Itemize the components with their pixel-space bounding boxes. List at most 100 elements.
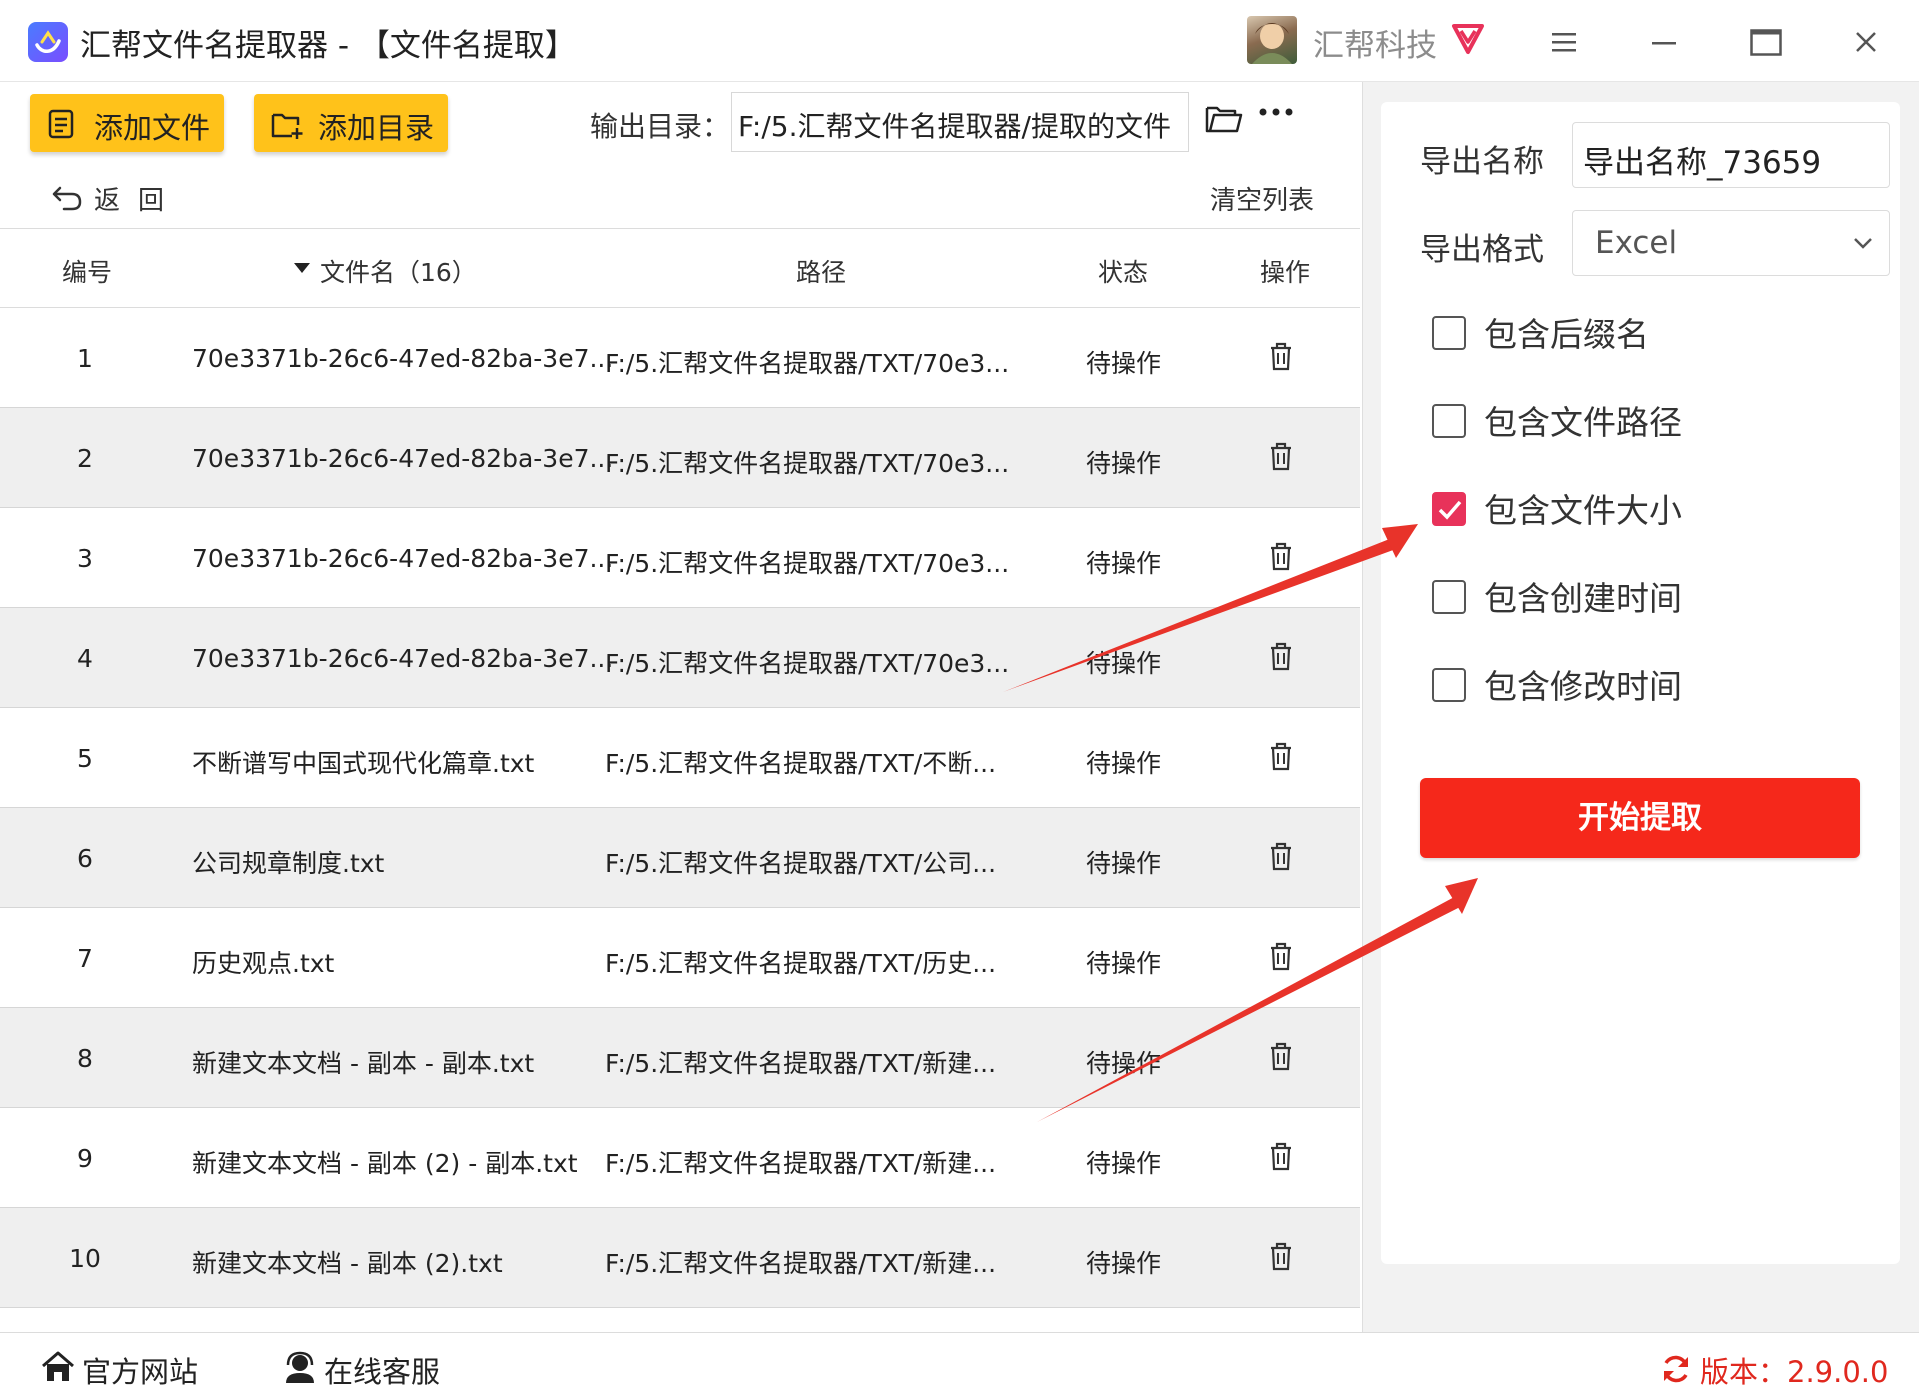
row-filename: 70e3371b-26c6-47ed-82ba-3e7... — [192, 544, 614, 573]
delete-icon[interactable] — [1268, 1141, 1294, 1177]
table-row[interactable]: 9 新建文本文档 - 副本 (2) - 副本.txt F:/5.汇帮文件名提取器/T… — [0, 1108, 1360, 1208]
header-action: 操作 — [1260, 258, 1311, 287]
table-row[interactable]: 10 新建文本文档 - 副本 (2).txt F:/5.汇帮文件名提取器/TXT/新… — [0, 1208, 1360, 1308]
table-row[interactable]: 6 公司规章制度.txt F:/5.汇帮文件名提取器/TXT/公司... 待操作 — [0, 808, 1360, 908]
checkbox-icon[interactable] — [1432, 580, 1466, 614]
row-path: F:/5.汇帮文件名提取器/TXT/70e3... — [605, 449, 1010, 478]
clear-list-button[interactable]: 清空列表 — [1210, 180, 1314, 217]
table-row[interactable]: 1 70e3371b-26c6-47ed-82ba-3e7... F:/5.汇帮文件… — [0, 308, 1360, 408]
row-number: 7 — [77, 944, 93, 973]
row-number: 3 — [77, 544, 93, 573]
export-format-select[interactable]: Excel — [1572, 210, 1890, 276]
row-filename: 70e3371b-26c6-47ed-82ba-3e7... — [192, 444, 614, 473]
row-filename: 不断谱写中国式现代化篇章.txt — [192, 749, 535, 778]
table-row[interactable]: 5 不断谱写中国式现代化篇章.txt F:/5.汇帮文件名提取器/TXT/不断...… — [0, 708, 1360, 808]
vip-diamond-icon[interactable] — [1448, 18, 1488, 62]
row-status: 待操作 — [1086, 449, 1162, 478]
table-row[interactable]: 3 70e3371b-26c6-47ed-82ba-3e7... F:/5.汇帮文件… — [0, 508, 1360, 608]
brand-name: 汇帮科技 — [1313, 28, 1437, 64]
row-number: 2 — [77, 444, 93, 473]
delete-icon[interactable] — [1268, 741, 1294, 777]
refresh-icon — [1664, 1355, 1688, 1383]
row-path: F:/5.汇帮文件名提取器/TXT/不断... — [605, 749, 997, 778]
row-filename: 70e3371b-26c6-47ed-82ba-3e7... — [192, 644, 614, 673]
folder-open-icon[interactable] — [1204, 102, 1244, 140]
row-path: F:/5.汇帮文件名提取器/TXT/公司... — [605, 849, 997, 878]
delete-icon[interactable] — [1268, 941, 1294, 977]
delete-icon[interactable] — [1268, 1241, 1294, 1277]
output-directory-label: 输出目录： — [590, 110, 731, 143]
row-filename: 70e3371b-26c6-47ed-82ba-3e7... — [192, 344, 614, 373]
app-logo-icon — [28, 22, 68, 62]
sort-down-icon — [294, 263, 310, 273]
row-number: 6 — [77, 844, 93, 873]
row-number: 8 — [77, 1044, 93, 1073]
row-status: 待操作 — [1086, 349, 1162, 378]
delete-icon[interactable] — [1268, 341, 1294, 377]
add-folder-icon — [271, 113, 303, 139]
online-support-label: 在线客服 — [324, 1355, 441, 1389]
avatar[interactable] — [1247, 16, 1297, 64]
start-extract-button[interactable]: 开始提取 — [1420, 778, 1860, 858]
official-website-label: 官方网站 — [82, 1355, 199, 1389]
table-row[interactable]: 8 新建文本文档 - 副本 - 副本.txt F:/5.汇帮文件名提取器/TXT/新… — [0, 1008, 1360, 1108]
row-filename: 新建文本文档 - 副本 - 副本.txt — [192, 1049, 535, 1078]
row-number: 10 — [69, 1244, 101, 1273]
add-file-button[interactable]: 添加文件 — [30, 94, 224, 152]
output-directory-field[interactable]: F:/5.汇帮文件名提取器/提取的文件 — [731, 92, 1189, 152]
maximize-icon[interactable] — [1740, 18, 1788, 66]
headset-icon — [286, 1351, 314, 1383]
header-status: 状态 — [1098, 258, 1149, 287]
table-row[interactable]: 7 历史观点.txt F:/5.汇帮文件名提取器/TXT/历史... 待操作 — [0, 908, 1360, 1008]
checkbox-icon[interactable] — [1432, 668, 1466, 702]
minimize-icon[interactable] — [1640, 18, 1688, 66]
option-label: 包含修改时间 — [1484, 667, 1682, 706]
back-label: 返回 — [94, 186, 183, 216]
option-label: 包含文件大小 — [1484, 491, 1682, 530]
add-file-icon — [48, 109, 74, 139]
add-directory-label: 添加目录 — [318, 111, 435, 145]
delete-icon[interactable] — [1268, 1041, 1294, 1077]
checkbox-checked-icon[interactable] — [1432, 492, 1466, 526]
table-row[interactable]: 4 70e3371b-26c6-47ed-82ba-3e7... F:/5.汇帮文件… — [0, 608, 1360, 708]
row-status: 待操作 — [1086, 649, 1162, 678]
row-filename: 新建文本文档 - 副本 (2).txt — [192, 1249, 503, 1278]
footer-bar: 官方网站 在线客服 版本：2.9.0.0 — [0, 1332, 1919, 1399]
header-filename-label: 文件名（16） — [320, 258, 477, 287]
row-path: F:/5.汇帮文件名提取器/TXT/新建... — [605, 1249, 997, 1278]
window-title: 汇帮文件名提取器 - 【文件名提取】 — [80, 28, 576, 64]
table-header: 编号 文件名（16） 路径 状态 操作 — [0, 228, 1360, 308]
row-path: F:/5.汇帮文件名提取器/TXT/70e3... — [605, 349, 1010, 378]
add-directory-button[interactable]: 添加目录 — [254, 94, 448, 152]
table-row[interactable]: 2 70e3371b-26c6-47ed-82ba-3e7... F:/5.汇帮文件… — [0, 408, 1360, 508]
row-number: 9 — [77, 1144, 93, 1173]
delete-icon[interactable] — [1268, 841, 1294, 877]
delete-icon[interactable] — [1268, 641, 1294, 677]
row-path: F:/5.汇帮文件名提取器/TXT/新建... — [605, 1049, 997, 1078]
version-label: 版本：2.9.0.0 — [1700, 1355, 1889, 1389]
chevron-down-icon — [1854, 238, 1872, 249]
file-table: 编号 文件名（16） 路径 状态 操作 1 70e3371b-26c6-47ed-… — [0, 228, 1360, 1308]
title-bar: 汇帮文件名提取器 - 【文件名提取】 汇帮科技 — [0, 0, 1919, 82]
option-label: 包含创建时间 — [1484, 579, 1682, 618]
row-status: 待操作 — [1086, 1249, 1162, 1278]
checkbox-icon[interactable] — [1432, 404, 1466, 438]
row-status: 待操作 — [1086, 549, 1162, 578]
back-arrow-icon — [52, 186, 82, 211]
menu-icon[interactable] — [1540, 18, 1588, 66]
row-path: F:/5.汇帮文件名提取器/TXT/70e3... — [605, 649, 1010, 678]
row-filename: 新建文本文档 - 副本 (2) - 副本.txt — [192, 1149, 578, 1178]
delete-icon[interactable] — [1268, 541, 1294, 577]
delete-icon[interactable] — [1268, 441, 1294, 477]
row-status: 待操作 — [1086, 749, 1162, 778]
add-file-label: 添加文件 — [94, 111, 211, 145]
more-options-icon[interactable] — [1258, 104, 1294, 124]
close-icon[interactable] — [1842, 18, 1890, 66]
home-icon — [42, 1351, 74, 1381]
row-status: 待操作 — [1086, 949, 1162, 978]
checkbox-icon[interactable] — [1432, 316, 1466, 350]
row-status: 待操作 — [1086, 849, 1162, 878]
row-status: 待操作 — [1086, 1049, 1162, 1078]
export-name-input[interactable]: 导出名称_73659 — [1572, 122, 1890, 188]
option-label: 包含后缀名 — [1484, 315, 1649, 354]
